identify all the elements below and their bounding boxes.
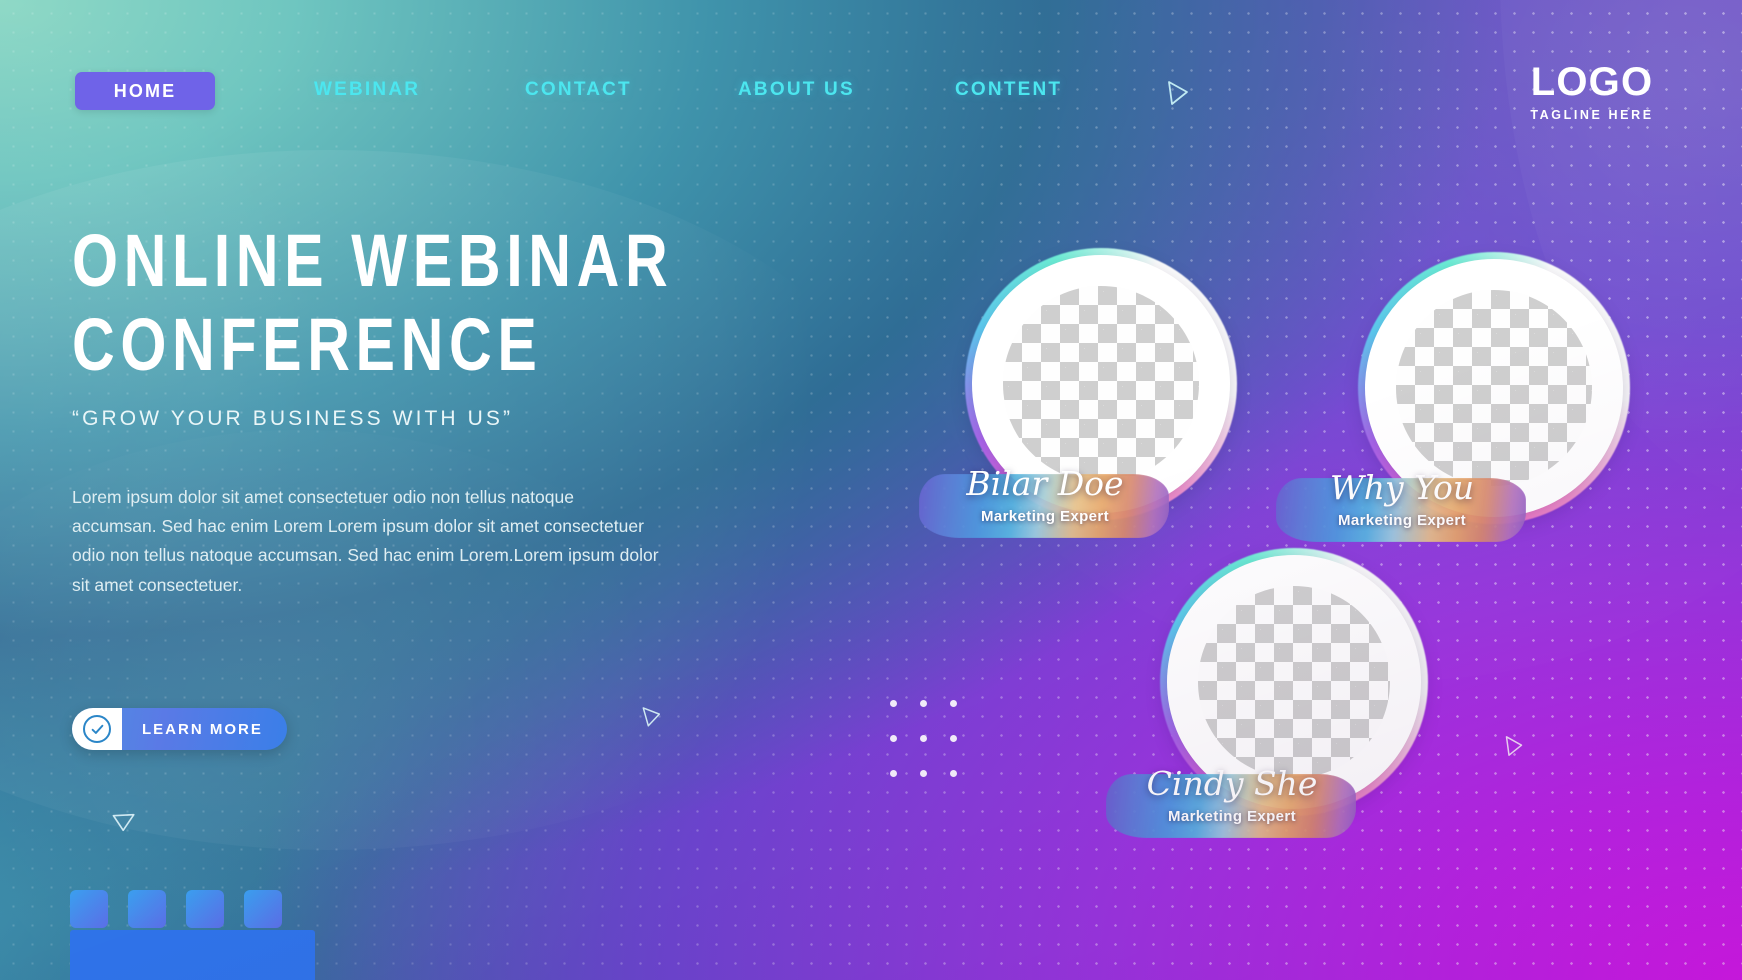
member-nameplate: Why You Marketing Expert [1268, 468, 1536, 554]
learn-more-label: LEARN MORE [142, 720, 263, 738]
member-role: Marketing Expert [1167, 808, 1297, 825]
member-name: Cindy She [1146, 764, 1318, 803]
nav-item-home[interactable]: HOME [75, 72, 215, 110]
widget-square [128, 890, 166, 928]
triangle-outline-icon [110, 810, 136, 834]
member-nameplate: Bilar Doe Marketing Expert [911, 464, 1179, 550]
widget-square [186, 890, 224, 928]
widget-bar [70, 930, 315, 980]
bottom-widget-decoration [70, 890, 315, 980]
check-icon [91, 724, 103, 734]
nav-item-webinar[interactable]: WEBINAR [314, 79, 420, 101]
page-title-line-1: ONLINE WEBINAR [72, 219, 674, 302]
check-circle-icon [72, 708, 122, 750]
dot-grid-decoration [890, 700, 960, 780]
widget-square [244, 890, 282, 928]
triangle-outline-icon [641, 704, 664, 729]
team-member-card[interactable]: Why You Marketing Expert [1276, 252, 1630, 542]
nav-item-content[interactable]: CONTENT [955, 79, 1062, 101]
member-role: Marketing Expert [1337, 512, 1467, 529]
logo-tagline: TAGLINE HERE [1530, 108, 1654, 122]
logo-name: LOGO [1530, 60, 1654, 104]
triangle-outline-icon [1504, 735, 1524, 757]
brand-logo[interactable]: LOGO TAGLINE HERE [1502, 62, 1682, 122]
page-title-line-2: CONFERENCE [72, 303, 543, 387]
widget-square [70, 890, 108, 928]
page-title: ONLINE WEBINAR CONFERENCE [72, 224, 668, 387]
member-name: Why You [1329, 468, 1475, 507]
team-member-card[interactable]: Cindy She Marketing Expert [1106, 548, 1428, 838]
triangle-outline-icon [1166, 80, 1190, 106]
nav-item-contact[interactable]: CONTACT [525, 79, 632, 101]
avatar-photo-placeholder[interactable] [1198, 586, 1390, 778]
avatar-photo-placeholder[interactable] [1396, 290, 1592, 486]
member-role: Marketing Expert [980, 508, 1110, 525]
hero-subtitle: “GROW YOUR BUSINESS WITH US” [72, 406, 514, 430]
learn-more-button[interactable]: LEARN MORE [72, 708, 287, 750]
nav-item-about-us[interactable]: ABOUT US [738, 79, 855, 101]
nav-item-home-label: HOME [113, 80, 177, 101]
hero-section: ONLINE WEBINAR CONFERENCE “GROW YOUR BUS… [72, 224, 792, 600]
team-member-card[interactable]: Bilar Doe Marketing Expert [919, 248, 1237, 538]
member-nameplate: Cindy She Marketing Expert [1098, 764, 1366, 850]
avatar-photo-placeholder[interactable] [1003, 286, 1199, 482]
poster-canvas: HOME WEBINAR CONTACT ABOUT US CONTENT LO… [0, 0, 1742, 980]
hero-body-text: Lorem ipsum dolor sit amet consectetuer … [72, 486, 659, 595]
main-navigation: HOME WEBINAR CONTACT ABOUT US CONTENT [0, 72, 1742, 112]
member-name: Bilar Doe [966, 464, 1124, 503]
